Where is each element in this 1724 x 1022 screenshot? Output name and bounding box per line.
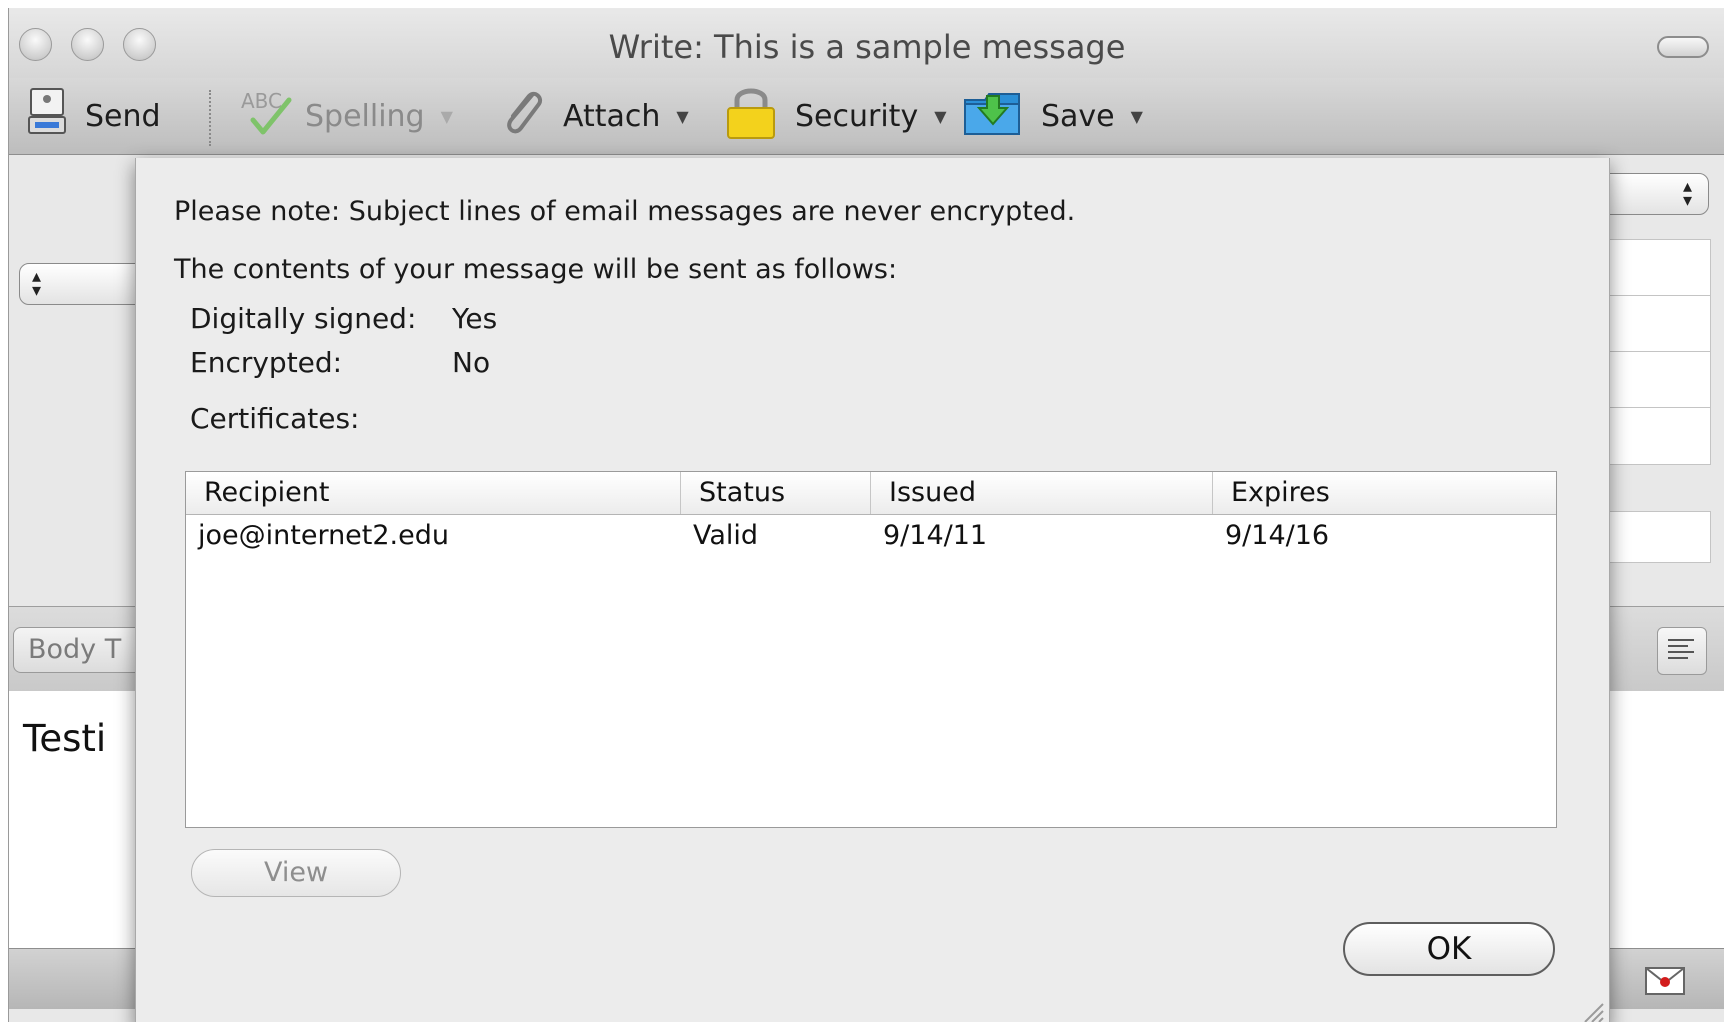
send-icon xyxy=(27,87,67,145)
attach-button[interactable]: Attach ▼ xyxy=(499,90,689,142)
encrypted-value: No xyxy=(452,346,491,379)
column-header-issued[interactable]: Issued xyxy=(871,472,1213,514)
save-label: Save xyxy=(1041,98,1115,134)
spelling-button[interactable]: ABC Spelling ▼ xyxy=(239,89,453,142)
cell-status: Valid xyxy=(693,520,759,551)
security-button[interactable]: Security ▼ xyxy=(725,88,947,142)
toolbar-toggle-button[interactable] xyxy=(1657,36,1709,58)
spelling-dropdown-caret-icon: ▼ xyxy=(440,106,453,126)
certificates-label: Certificates: xyxy=(190,402,360,435)
message-body-text: Testi xyxy=(23,717,107,760)
subject-encryption-note: Please note: Subject lines of email mess… xyxy=(174,196,1076,227)
padlock-icon xyxy=(725,84,777,148)
select-arrows-icon: ▴ ▾ xyxy=(1682,176,1692,211)
svg-text:ABC: ABC xyxy=(241,89,282,113)
encrypted-label: Encrypted: xyxy=(190,346,343,379)
cell-expires: 9/14/16 xyxy=(1225,520,1330,551)
table-header: Recipient Status Issued Expires xyxy=(186,472,1556,515)
paperclip-icon xyxy=(499,86,545,146)
digitally-signed-label: Digitally signed: xyxy=(190,302,417,335)
spelling-label: Spelling xyxy=(305,98,425,134)
column-header-status[interactable]: Status xyxy=(681,472,871,514)
ok-button[interactable]: OK xyxy=(1343,922,1555,976)
table-row[interactable]: joe@internet2.edu Valid 9/14/11 9/14/16 xyxy=(186,516,1556,556)
security-label: Security xyxy=(795,98,919,134)
attach-dropdown-caret-icon: ▼ xyxy=(676,106,689,126)
cell-issued: 9/14/11 xyxy=(883,520,988,551)
send-button[interactable]: Send xyxy=(27,87,161,145)
send-label: Send xyxy=(85,98,161,134)
toolbar: Send ABC Spelling ▼ Attach ▼ Security ▼ … xyxy=(9,78,1724,155)
save-button[interactable]: Save ▼ xyxy=(963,90,1143,142)
select-arrows-icon: ▴ ▾ xyxy=(32,266,42,301)
resize-grip-icon[interactable] xyxy=(1579,998,1605,1022)
from-account-select[interactable]: ▴ ▾ xyxy=(19,263,149,305)
view-certificate-button[interactable]: View xyxy=(191,849,401,897)
recipient-field[interactable] xyxy=(1599,351,1711,409)
column-header-expires[interactable]: Expires xyxy=(1213,472,1556,514)
toolbar-separator xyxy=(209,90,211,146)
title-bar: Write: This is a sample message xyxy=(9,8,1724,78)
send-summary-heading: The contents of your message will be sen… xyxy=(174,254,898,285)
align-left-icon xyxy=(1668,639,1694,659)
certificates-table: Recipient Status Issued Expires joe@inte… xyxy=(185,471,1557,828)
recipient-field[interactable] xyxy=(1599,239,1711,297)
window-title: Write: This is a sample message xyxy=(608,28,1126,66)
align-left-button[interactable] xyxy=(1657,627,1707,675)
subject-field[interactable] xyxy=(1599,511,1711,563)
recipient-field[interactable] xyxy=(1599,407,1711,465)
security-status-icon xyxy=(1645,967,1685,995)
security-dropdown-caret-icon: ▼ xyxy=(934,106,947,126)
column-header-recipient[interactable]: Recipient xyxy=(186,472,681,514)
spelling-icon: ABC xyxy=(239,86,295,146)
digitally-signed-value: Yes xyxy=(452,302,498,335)
save-icon xyxy=(963,86,1023,146)
cell-recipient: joe@internet2.edu xyxy=(198,520,450,551)
compose-window: Write: This is a sample message Send ABC xyxy=(8,8,1724,1022)
recipient-field[interactable] xyxy=(1599,295,1711,353)
attach-label: Attach xyxy=(563,98,661,134)
security-info-sheet: Please note: Subject lines of email mess… xyxy=(135,158,1610,1022)
save-dropdown-caret-icon: ▼ xyxy=(1130,106,1143,126)
